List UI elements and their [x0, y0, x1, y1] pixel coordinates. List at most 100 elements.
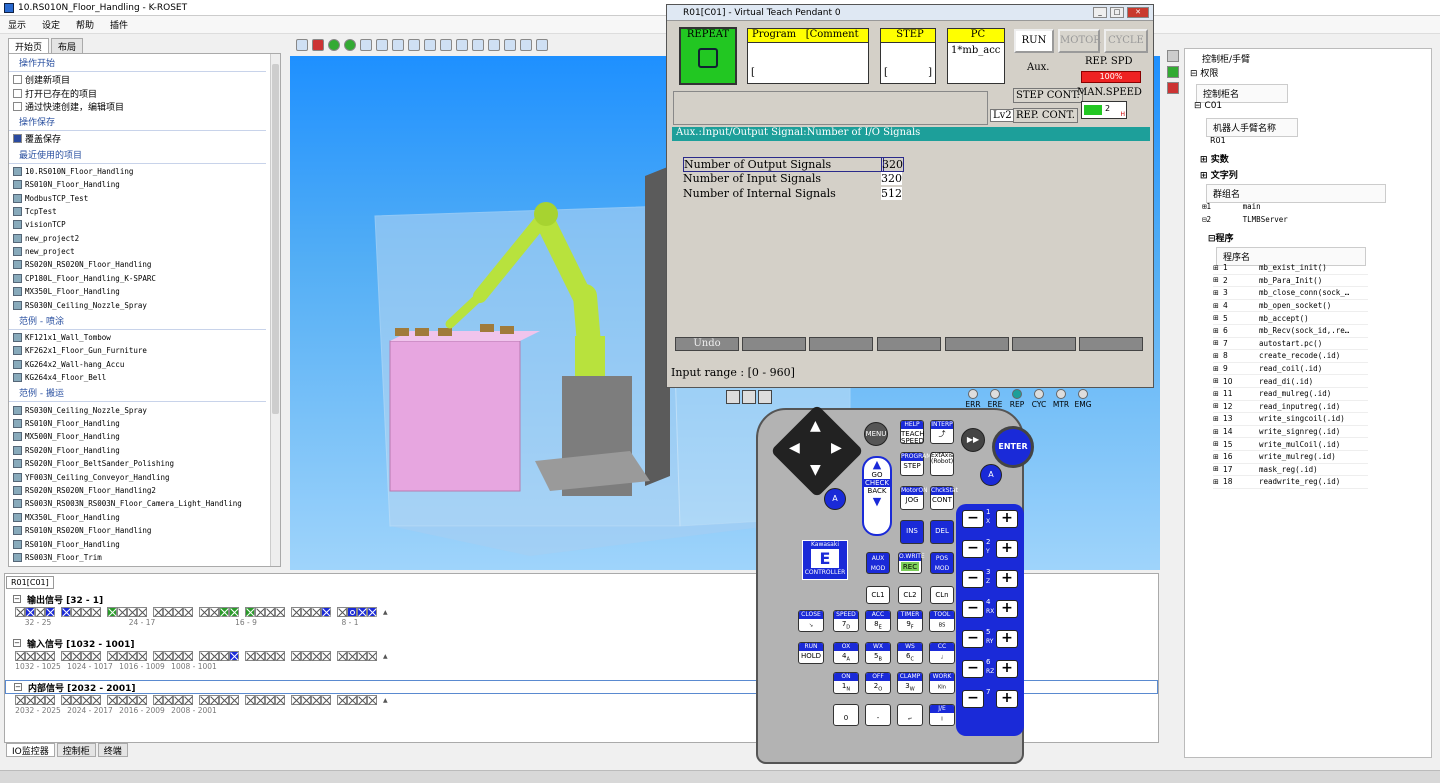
signal-cell[interactable]	[15, 651, 25, 661]
pc-box[interactable]: PC 1*mb_acc	[947, 28, 1005, 84]
pendant-icon-3[interactable]	[758, 390, 772, 404]
motor-status[interactable]: MOTOR	[1058, 29, 1101, 53]
expand-icon[interactable]: ⊞	[1213, 377, 1221, 385]
signal-cell[interactable]	[45, 651, 55, 661]
signal-cell[interactable]	[337, 651, 347, 661]
group-row-1[interactable]: ⊞1 main	[1202, 202, 1261, 211]
expand-icon[interactable]: ⊞	[1213, 428, 1221, 436]
axis-3-plus[interactable]: +	[996, 570, 1018, 588]
axis-2-minus[interactable]: −	[962, 540, 984, 558]
signal-cell[interactable]	[291, 651, 301, 661]
signal-cell[interactable]	[127, 651, 137, 661]
program-row[interactable]: ⊞ 12 read_inputreg(.id)	[1213, 401, 1368, 414]
signal-cell[interactable]	[173, 607, 183, 617]
cycle-status[interactable]: CYCLE	[1104, 29, 1148, 53]
program-box[interactable]: Program [Comment [	[747, 28, 869, 84]
expand-icon[interactable]: ⊞	[1213, 276, 1221, 284]
a-key-left[interactable]: A	[824, 488, 846, 510]
je-key[interactable]: J/E I	[929, 704, 955, 726]
quick-create[interactable]: 通过快速创建，编辑项目	[9, 100, 280, 113]
signal-cell[interactable]	[81, 695, 91, 705]
scroll-up-icon[interactable]: ▲	[383, 609, 388, 616]
signal-cell[interactable]	[209, 651, 219, 661]
f4-button[interactable]	[877, 337, 941, 351]
cl1-key[interactable]: CL1	[866, 586, 890, 604]
signal-cell[interactable]	[71, 695, 81, 705]
cont-key[interactable]: ChckStat CONT	[930, 486, 958, 510]
expand-icon[interactable]: ⊞	[1213, 390, 1221, 398]
program-row[interactable]: ⊞ 5 mb_accept()	[1213, 312, 1368, 325]
key-5[interactable]: WX 5B	[865, 642, 891, 664]
signal-cell[interactable]	[61, 651, 71, 661]
menu-view[interactable]: 显示	[0, 18, 34, 31]
signal-cell[interactable]	[321, 651, 331, 661]
scroll-up-icon[interactable]: ▲	[383, 697, 388, 704]
expand-icon[interactable]: ⊞	[1213, 314, 1221, 322]
hold-key[interactable]: RUN HOLD	[798, 642, 824, 664]
aux-mod-key[interactable]: AUX MOD	[866, 552, 890, 574]
signal-cell[interactable]	[301, 695, 311, 705]
tree-icon[interactable]	[1167, 50, 1179, 62]
signal-cell[interactable]	[91, 695, 101, 705]
expand-icon[interactable]: ⊞	[1213, 352, 1221, 360]
signal-cell[interactable]	[255, 651, 265, 661]
key-2[interactable]: OFF 2O	[865, 672, 891, 694]
f3-button[interactable]	[809, 337, 873, 351]
tree-program[interactable]: ⊟程序	[1208, 231, 1234, 244]
expand-icon[interactable]: ⊞	[1213, 478, 1221, 486]
expand-icon[interactable]: ⊞	[1213, 339, 1221, 347]
signal-cell[interactable]	[347, 607, 357, 617]
handling-list-item[interactable]: RS010N_Floor_Handling	[9, 417, 280, 430]
group-row-2[interactable]: ⊟2 TLMBServer	[1202, 215, 1288, 224]
signal-cell[interactable]	[127, 607, 137, 617]
cc-key[interactable]: CC ♩	[929, 642, 955, 664]
program-row[interactable]: ⊞ 16 write_mulreg(.id)	[1213, 451, 1368, 464]
signal-cell[interactable]	[245, 651, 255, 661]
axis-4-minus[interactable]: −	[962, 600, 984, 618]
expand-icon[interactable]: ⊞	[1213, 453, 1221, 461]
recent-list-item[interactable]: TcpTest	[9, 205, 280, 218]
signal-cell[interactable]	[275, 607, 285, 617]
signal-cell[interactable]	[91, 651, 101, 661]
menu-plugins[interactable]: 插件	[102, 18, 136, 31]
tree-string[interactable]: ⊞ 文字列	[1200, 168, 1238, 181]
frame2-icon[interactable]	[472, 39, 484, 51]
signal-cell[interactable]	[357, 651, 367, 661]
signal-cell[interactable]	[357, 607, 367, 617]
key-1[interactable]: ON 1N	[833, 672, 859, 694]
axis-6-minus[interactable]: −	[962, 660, 984, 678]
signal-cell[interactable]	[209, 607, 219, 617]
close-key[interactable]: CLOSE ↘	[798, 610, 824, 632]
step-cont-button[interactable]: STEP CONT.	[1013, 88, 1083, 103]
a-key-right[interactable]: A	[980, 464, 1002, 486]
signal-cell[interactable]	[311, 695, 321, 705]
signal-cell[interactable]	[127, 695, 137, 705]
collapse-icon[interactable]: −	[14, 683, 22, 691]
signal-cell[interactable]	[137, 607, 147, 617]
signal-cell[interactable]	[219, 607, 229, 617]
ext-axis-key[interactable]: ExtAxis (Robot)	[930, 452, 954, 476]
enter-small-key[interactable]: ↵	[897, 704, 923, 726]
expand-icon[interactable]: ⊞	[1213, 415, 1221, 423]
program-row[interactable]: ⊞ 18 readwrite_reg(.id)	[1213, 476, 1368, 489]
signal-cell[interactable]	[25, 651, 35, 661]
handling-list-item[interactable]: RS030N_Ceiling_Nozzle_Spray	[9, 403, 280, 416]
signal-cell[interactable]	[337, 695, 347, 705]
key-8[interactable]: ACC 8E	[865, 610, 891, 632]
minimize-icon[interactable]: _	[1093, 7, 1107, 18]
program-row[interactable]: ⊞ 9 read_coil(.id)	[1213, 363, 1368, 376]
collapse-icon[interactable]: −	[13, 595, 21, 603]
signal-cell[interactable]	[35, 651, 45, 661]
signal-cell[interactable]	[209, 695, 219, 705]
step-box[interactable]: STEP []	[880, 28, 936, 84]
tab-terminal[interactable]: 终端	[97, 743, 128, 757]
signal-cell[interactable]	[229, 695, 239, 705]
paint-list-item[interactable]: KF121x1_Wall_Tombow	[9, 331, 280, 344]
expand-icon[interactable]: ⊞	[1213, 402, 1221, 410]
back-icon[interactable]	[328, 39, 340, 51]
go-back-rocker[interactable]: ▲ GO CHECK BACK ▼	[862, 456, 892, 536]
key-0[interactable]: 0	[833, 704, 859, 726]
axis-2-plus[interactable]: +	[996, 540, 1018, 558]
menu-key[interactable]: MENU	[864, 422, 888, 446]
program-row[interactable]: ⊞ 11 read_mulreg(.id)	[1213, 388, 1368, 401]
